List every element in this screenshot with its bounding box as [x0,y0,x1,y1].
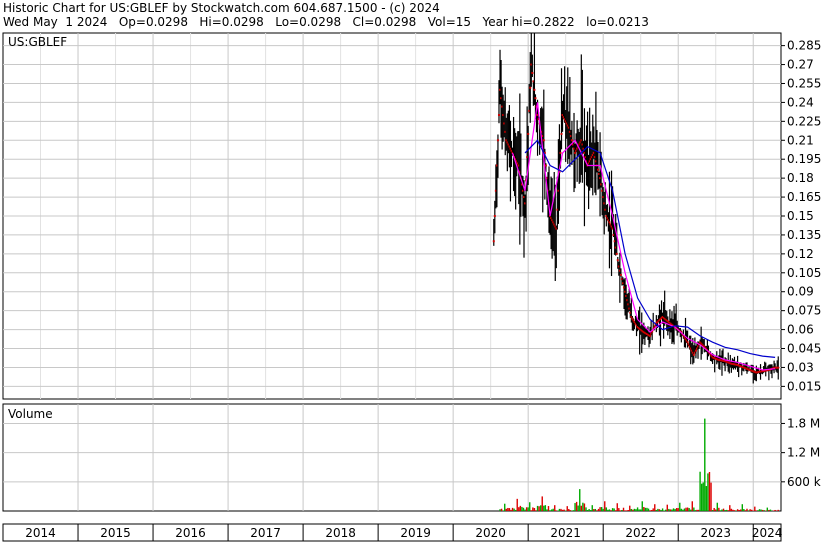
volume-axis: 1.8 M 1.2 M 600 k [781,416,821,489]
close-point [608,221,611,224]
close-point [542,139,545,142]
close-point [619,273,622,276]
close-point [596,168,599,171]
x-tick-label: 2022 [625,526,656,540]
close-point [694,349,697,352]
y-tick-label: 0.285 [787,39,821,53]
volume-tick-label: 600 k [787,475,821,489]
close-point [692,353,695,356]
y-tick-label: 0.075 [787,304,821,318]
close-point [493,215,496,217]
y-tick-label: 0.27 [787,58,814,72]
close-point [616,259,619,262]
y-tick-label: 0.06 [787,323,814,337]
x-tick-label: 2023 [700,526,731,540]
close-point [544,164,547,167]
x-tick-label: 2017 [250,526,281,540]
y-tick-label: 0.09 [787,285,814,299]
y-tick-label: 0.225 [787,114,821,128]
y-tick-label: 0.165 [787,190,821,204]
close-point [496,139,499,142]
x-tick-label: 2018 [325,526,356,540]
x-tick-label: 2019 [400,526,431,540]
x-tick-label: 2021 [550,526,581,540]
volume-panel [2,403,782,512]
y-tick-label: 0.18 [787,171,814,185]
y-tick-label: 0.255 [787,76,821,90]
symbol-label: US:GBLEF [8,35,67,49]
close-point [527,132,530,135]
close-point [492,240,495,243]
y-tick-label: 0.24 [787,95,814,109]
close-point [570,139,573,142]
y-tick-label: 0.21 [787,133,814,147]
close-point [529,86,532,89]
y-tick-label: 0.12 [787,247,814,261]
close-point [615,252,618,255]
close-point [777,366,780,369]
volume-label: Volume [8,407,53,421]
x-tick-label: 2024 [752,526,783,540]
y-tick-label: 0.03 [787,360,814,374]
x-tick-label: 2020 [475,526,506,540]
x-tick-label: 2014 [25,526,56,540]
y-tick-label: 0.015 [787,379,821,393]
close-point [534,97,537,100]
close-point [686,341,689,344]
x-tick-label: 2015 [100,526,131,540]
volume-tick-label: 1.8 M [787,416,820,430]
volume-tick-label: 1.2 M [787,446,820,460]
close-point [559,151,562,154]
close-point [497,114,500,117]
price-axis: 0.285 0.27 0.255 0.24 0.225 0.21 0.195 0.18 0.16… [781,39,821,393]
y-tick-label: 0.045 [787,342,821,356]
close-point [533,88,536,91]
y-tick-label: 0.135 [787,228,821,242]
close-point [531,71,534,74]
close-point [560,132,563,135]
stock-chart: 0.285 0.27 0.255 0.24 0.225 0.21 0.195 0.18 0.16… [2,32,821,542]
x-tick-label: 2016 [175,526,206,540]
y-tick-label: 0.15 [787,209,814,223]
y-tick-label: 0.195 [787,152,821,166]
y-tick-label: 0.105 [787,266,821,280]
